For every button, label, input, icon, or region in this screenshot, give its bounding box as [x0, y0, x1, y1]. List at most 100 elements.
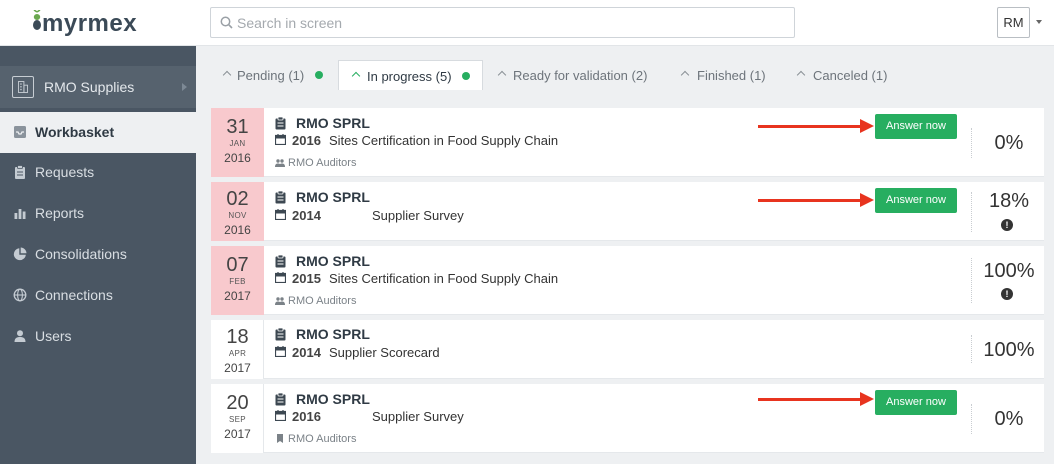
- workbasket-item[interactable]: 20 SEP 2017 RMO SPRL 2016 Supplier Surve…: [211, 384, 1044, 453]
- survey-title: Supplier Survey: [372, 208, 464, 223]
- due-date: 07 FEB 2017: [211, 246, 264, 315]
- survey-title: Sites Certification in Food Supply Chain: [329, 133, 559, 148]
- due-year: 2016: [224, 223, 251, 237]
- survey-title: Supplier Survey: [372, 409, 464, 424]
- calendar-icon: [275, 134, 286, 145]
- clipboard-icon: [275, 191, 286, 204]
- globe-icon: [13, 288, 27, 302]
- due-year: 2017: [224, 289, 251, 303]
- chevron-down-icon[interactable]: [1036, 20, 1042, 24]
- tab-label: Ready for validation (2): [513, 68, 648, 83]
- sidebar-item-users[interactable]: Users: [0, 316, 196, 357]
- workbasket-item[interactable]: 18 APR 2017 RMO SPRL 2014 Supplier Score…: [211, 320, 1044, 379]
- annotation-arrow-head: [860, 119, 874, 133]
- sidebar-item-consolidations[interactable]: Consolidations: [0, 234, 196, 275]
- company-name: RMO SPRL: [296, 391, 370, 407]
- tab-in-progress[interactable]: In progress (5): [338, 60, 483, 90]
- due-month: JAN: [229, 139, 246, 148]
- divider: [971, 128, 972, 158]
- annotation-arrow-head: [860, 392, 874, 406]
- sidebar-item-connections[interactable]: Connections: [0, 275, 196, 316]
- auditor-group: RMO Auditors: [288, 295, 357, 307]
- sidebar-item-requests[interactable]: Requests: [0, 152, 196, 193]
- workbasket-item[interactable]: 31 JAN 2016 RMO SPRL 2016 Sites Certific…: [211, 108, 1044, 177]
- progress-percent: 0%: [994, 408, 1024, 430]
- survey-title: Sites Certification in Food Supply Chain: [329, 271, 559, 286]
- annotation-arrow: [758, 125, 862, 128]
- chevron-up-icon: [351, 71, 361, 81]
- survey-year: 2014: [292, 208, 321, 223]
- due-day: 31: [226, 116, 249, 138]
- due-year: 2017: [224, 361, 251, 375]
- tab-ready-for-validation[interactable]: Ready for validation (2): [492, 60, 662, 90]
- due-day: 20: [226, 392, 249, 414]
- calendar-icon: [275, 272, 286, 283]
- inbox-icon: [14, 126, 26, 138]
- search-input[interactable]: [237, 11, 787, 34]
- workbasket-item[interactable]: 02 NOV 2016 RMO SPRL 2014 Supplier Surve…: [211, 182, 1044, 241]
- divider: [971, 258, 972, 303]
- search-icon: [220, 16, 233, 29]
- progress-percent: 100%: [983, 260, 1035, 282]
- tab-label: Pending (1): [237, 68, 305, 83]
- chevron-up-icon: [680, 70, 690, 80]
- logo[interactable]: myrmex: [28, 6, 148, 40]
- alert-icon[interactable]: !: [1001, 219, 1013, 231]
- annotation-arrow: [758, 398, 862, 401]
- badge-icon: [277, 434, 283, 443]
- due-year: 2017: [224, 427, 251, 441]
- due-date: 31 JAN 2016: [211, 108, 264, 177]
- sidebar-item-workbasket[interactable]: Workbasket: [0, 112, 196, 153]
- calendar-icon: [275, 410, 286, 421]
- sidebar: RMO Supplies Workbasket Requests Reports: [0, 46, 196, 464]
- status-dot-icon: [315, 71, 323, 79]
- chevron-right-icon: [182, 83, 187, 91]
- alert-icon[interactable]: !: [1001, 288, 1013, 300]
- workbasket-item[interactable]: 07 FEB 2017 RMO SPRL 2015 Sites Certific…: [211, 246, 1044, 315]
- progress-percent: 18%: [988, 190, 1030, 212]
- company-name: RMO SPRL: [296, 189, 370, 205]
- due-day: 18: [226, 326, 249, 348]
- survey-year: 2015: [292, 271, 321, 286]
- tab-finished[interactable]: Finished (1): [673, 60, 773, 90]
- group-icon: [275, 159, 285, 167]
- survey-year: 2016: [292, 133, 321, 148]
- auditor-group: RMO Auditors: [288, 157, 357, 169]
- sidebar-item-label: Consolidations: [35, 246, 127, 262]
- divider: [971, 335, 972, 363]
- tab-label: Canceled (1): [813, 68, 888, 83]
- search-box[interactable]: [210, 7, 795, 38]
- sidebar-item-label: Connections: [35, 287, 113, 303]
- calendar-icon: [275, 209, 286, 220]
- calendar-icon: [275, 346, 286, 357]
- due-year: 2016: [224, 151, 251, 165]
- auditor-group: RMO Auditors: [288, 433, 357, 445]
- status-tabs: Pending (1) In progress (5) Ready for va…: [210, 60, 1044, 90]
- sidebar-item-label: Reports: [35, 205, 85, 221]
- tab-label: In progress (5): [367, 69, 452, 84]
- org-name: RMO Supplies: [44, 79, 135, 95]
- due-day: 07: [226, 254, 249, 276]
- due-day: 02: [226, 188, 249, 210]
- due-date: 02 NOV 2016: [211, 182, 264, 241]
- clipboard-icon: [275, 117, 286, 130]
- tab-canceled[interactable]: Canceled (1): [790, 60, 900, 90]
- answer-now-button[interactable]: Answer now: [875, 188, 957, 213]
- due-month: FEB: [229, 277, 246, 286]
- answer-now-button[interactable]: Answer now: [875, 390, 957, 415]
- survey-year: 2016: [292, 409, 321, 424]
- building-icon: [12, 76, 34, 98]
- sidebar-item-reports[interactable]: Reports: [0, 193, 196, 234]
- org-switcher[interactable]: RMO Supplies: [0, 66, 196, 108]
- company-name: RMO SPRL: [296, 326, 370, 342]
- logo-text: myrmex: [42, 10, 138, 37]
- tab-pending[interactable]: Pending (1): [210, 60, 335, 90]
- survey-year: 2014: [292, 345, 321, 360]
- answer-now-button[interactable]: Answer now: [875, 114, 957, 139]
- bar-chart-icon: [14, 209, 26, 219]
- clipboard-icon: [275, 328, 286, 341]
- annotation-arrow-head: [860, 193, 874, 207]
- clipboard-icon: [275, 255, 286, 268]
- user-avatar-button[interactable]: RM: [997, 7, 1030, 38]
- company-name: RMO SPRL: [296, 115, 370, 131]
